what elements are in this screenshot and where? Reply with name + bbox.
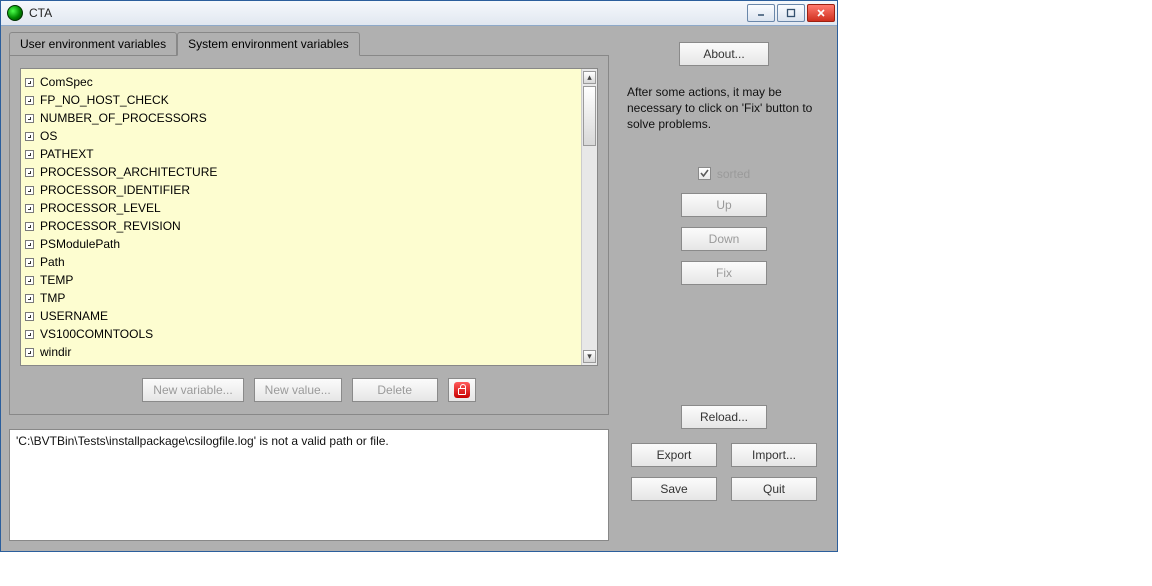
delete-button[interactable]: Delete <box>352 378 438 402</box>
expand-icon[interactable] <box>25 258 34 267</box>
expand-icon[interactable] <box>25 168 34 177</box>
hint-text: After some actions, it may be necessary … <box>627 84 821 133</box>
tree-item-label: ComSpec <box>40 75 93 89</box>
tree-item-label: TMP <box>40 291 65 305</box>
tab-content: ComSpec FP_NO_HOST_CHECK NUMBER_OF_PROCESS… <box>9 55 609 415</box>
log-output: 'C:\BVTBin\Tests\installpackage\csilogfi… <box>9 429 609 541</box>
tree-item-label: PROCESSOR_ARCHITECTURE <box>40 165 217 179</box>
env-tree[interactable]: ComSpec FP_NO_HOST_CHECK NUMBER_OF_PROCESS… <box>20 68 598 366</box>
lock-button[interactable] <box>448 378 476 402</box>
scroll-thumb[interactable] <box>583 86 596 146</box>
expand-icon[interactable] <box>25 96 34 105</box>
tree-item[interactable]: TMP <box>25 289 579 307</box>
about-button[interactable]: About... <box>679 42 769 66</box>
expand-icon[interactable] <box>25 312 34 321</box>
app-icon <box>7 5 23 21</box>
sorted-label: sorted <box>717 167 750 181</box>
expand-icon[interactable] <box>25 78 34 87</box>
expand-icon[interactable] <box>25 222 34 231</box>
tree-item[interactable]: PATHEXT <box>25 145 579 163</box>
tree-item[interactable]: PSModulePath <box>25 235 579 253</box>
tree-item-label: PROCESSOR_LEVEL <box>40 201 161 215</box>
scrollbar[interactable]: ▴ ▾ <box>581 69 597 365</box>
tree-item[interactable]: VS100COMNTOOLS <box>25 325 579 343</box>
expand-icon[interactable] <box>25 204 34 213</box>
up-button[interactable]: Up <box>681 193 767 217</box>
tree-item-label: TEMP <box>40 273 73 287</box>
tree-item-label: windir <box>40 345 71 359</box>
tree-item-label: VS100COMNTOOLS <box>40 327 153 341</box>
titlebar: CTA <box>1 1 837 26</box>
lock-icon <box>454 382 470 398</box>
import-button[interactable]: Import... <box>731 443 817 467</box>
save-button[interactable]: Save <box>631 477 717 501</box>
tree-item-label: PROCESSOR_IDENTIFIER <box>40 183 190 197</box>
close-button[interactable] <box>807 4 835 22</box>
tree-item[interactable]: Path <box>25 253 579 271</box>
tree-item-label: FP_NO_HOST_CHECK <box>40 93 169 107</box>
tree-item-label: NUMBER_OF_PROCESSORS <box>40 111 207 125</box>
scroll-down-button[interactable]: ▾ <box>583 350 596 363</box>
tree-item[interactable]: PROCESSOR_LEVEL <box>25 199 579 217</box>
tree-item[interactable]: OS <box>25 127 579 145</box>
expand-icon[interactable] <box>25 330 34 339</box>
expand-icon[interactable] <box>25 276 34 285</box>
tree-item[interactable]: USERNAME <box>25 307 579 325</box>
sorted-checkbox[interactable] <box>698 167 711 180</box>
expand-icon[interactable] <box>25 348 34 357</box>
tree-item-label: Path <box>40 255 65 269</box>
tree-item-label: PROCESSOR_REVISION <box>40 219 181 233</box>
tree-item[interactable]: NUMBER_OF_PROCESSORS <box>25 109 579 127</box>
tree-item-label: OS <box>40 129 57 143</box>
minimize-button[interactable] <box>747 4 775 22</box>
fix-button[interactable]: Fix <box>681 261 767 285</box>
new-value-button[interactable]: New value... <box>254 378 342 402</box>
tree-item-label: PATHEXT <box>40 147 94 161</box>
tab-user-env[interactable]: User environment variables <box>9 32 177 56</box>
tree-item[interactable]: TEMP <box>25 271 579 289</box>
window-title: CTA <box>29 6 52 20</box>
tree-item[interactable]: PROCESSOR_REVISION <box>25 217 579 235</box>
expand-icon[interactable] <box>25 132 34 141</box>
tree-item[interactable]: windir <box>25 343 579 361</box>
expand-icon[interactable] <box>25 150 34 159</box>
reload-button[interactable]: Reload... <box>681 405 767 429</box>
new-variable-button[interactable]: New variable... <box>142 378 243 402</box>
tab-system-env[interactable]: System environment variables <box>177 32 360 56</box>
app-window: CTA User environment variables System en… <box>0 0 838 552</box>
tree-item[interactable]: PROCESSOR_IDENTIFIER <box>25 181 579 199</box>
export-button[interactable]: Export <box>631 443 717 467</box>
quit-button[interactable]: Quit <box>731 477 817 501</box>
expand-icon[interactable] <box>25 240 34 249</box>
maximize-button[interactable] <box>777 4 805 22</box>
tree-item[interactable]: FP_NO_HOST_CHECK <box>25 91 579 109</box>
tree-item-label: USERNAME <box>40 309 108 323</box>
scroll-up-button[interactable]: ▴ <box>583 71 596 84</box>
expand-icon[interactable] <box>25 294 34 303</box>
tree-item[interactable]: PROCESSOR_ARCHITECTURE <box>25 163 579 181</box>
expand-icon[interactable] <box>25 186 34 195</box>
tree-item[interactable]: ComSpec <box>25 73 579 91</box>
expand-icon[interactable] <box>25 114 34 123</box>
tree-item-label: PSModulePath <box>40 237 120 251</box>
down-button[interactable]: Down <box>681 227 767 251</box>
